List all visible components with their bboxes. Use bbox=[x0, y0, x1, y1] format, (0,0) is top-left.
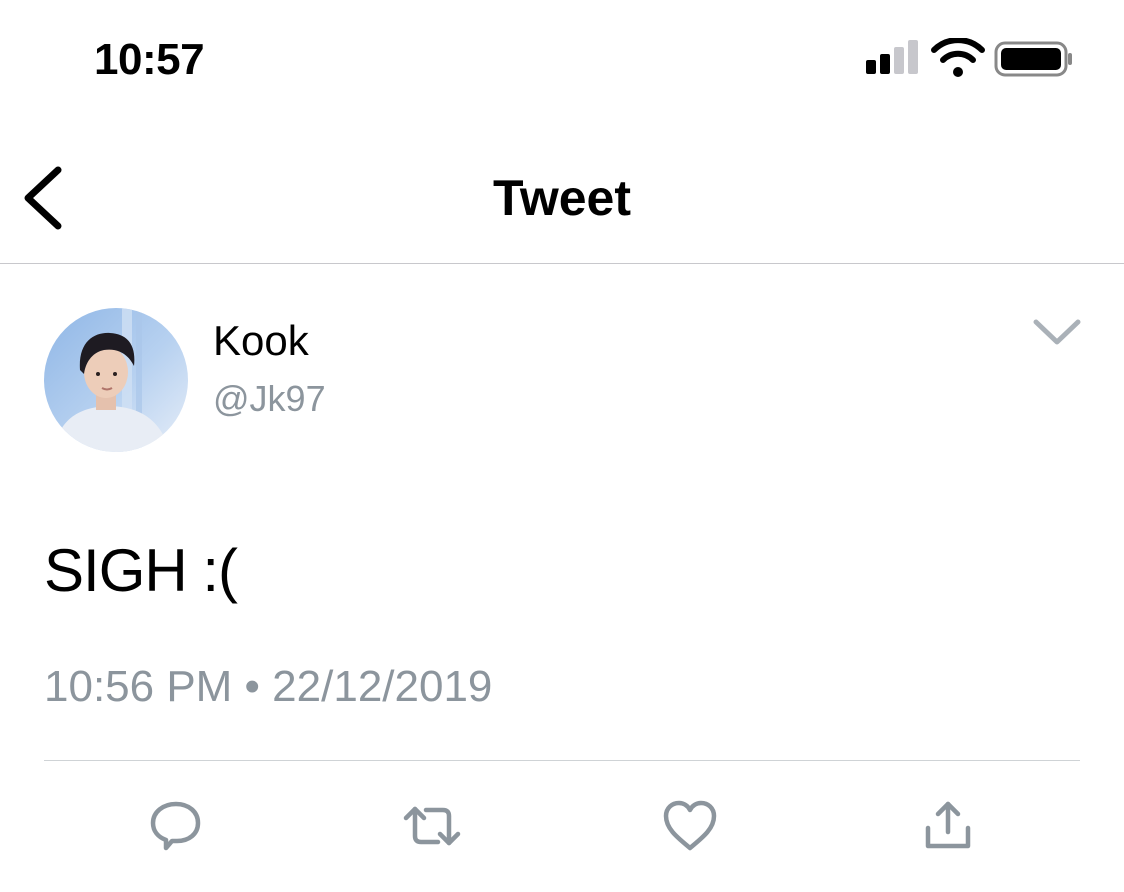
tweet-timestamp: 10:56 PM • 22/12/2019 bbox=[44, 662, 493, 711]
reply-icon bbox=[150, 801, 201, 851]
like-button[interactable] bbox=[660, 796, 720, 856]
avatar[interactable] bbox=[44, 308, 188, 452]
tweet-menu-button[interactable] bbox=[1026, 312, 1088, 352]
wifi-icon bbox=[931, 37, 985, 77]
status-icons bbox=[864, 37, 1074, 82]
actions-divider bbox=[44, 760, 1080, 761]
tweet-text: SIGH :( bbox=[44, 537, 238, 604]
chevron-down-icon bbox=[1033, 319, 1081, 345]
retweet-button[interactable] bbox=[402, 796, 462, 856]
battery-icon bbox=[994, 41, 1072, 77]
author-display-name[interactable]: Kook bbox=[213, 316, 309, 366]
signal-icon bbox=[866, 40, 918, 74]
author-handle[interactable]: @Jk97 bbox=[213, 376, 326, 422]
reply-button[interactable] bbox=[146, 796, 206, 856]
like-icon bbox=[663, 800, 717, 851]
header-divider bbox=[0, 263, 1124, 264]
share-button[interactable] bbox=[918, 796, 978, 856]
page-title: Tweet bbox=[493, 170, 631, 226]
retweet-icon bbox=[403, 806, 461, 846]
share-icon bbox=[925, 801, 971, 849]
tweet-detail-screen: 10:57 Tweet Kook @Jk97 SIGH:(10:56 PM … bbox=[0, 0, 1124, 892]
status-time: 10:57 bbox=[94, 35, 205, 84]
avatar-image bbox=[44, 308, 188, 452]
